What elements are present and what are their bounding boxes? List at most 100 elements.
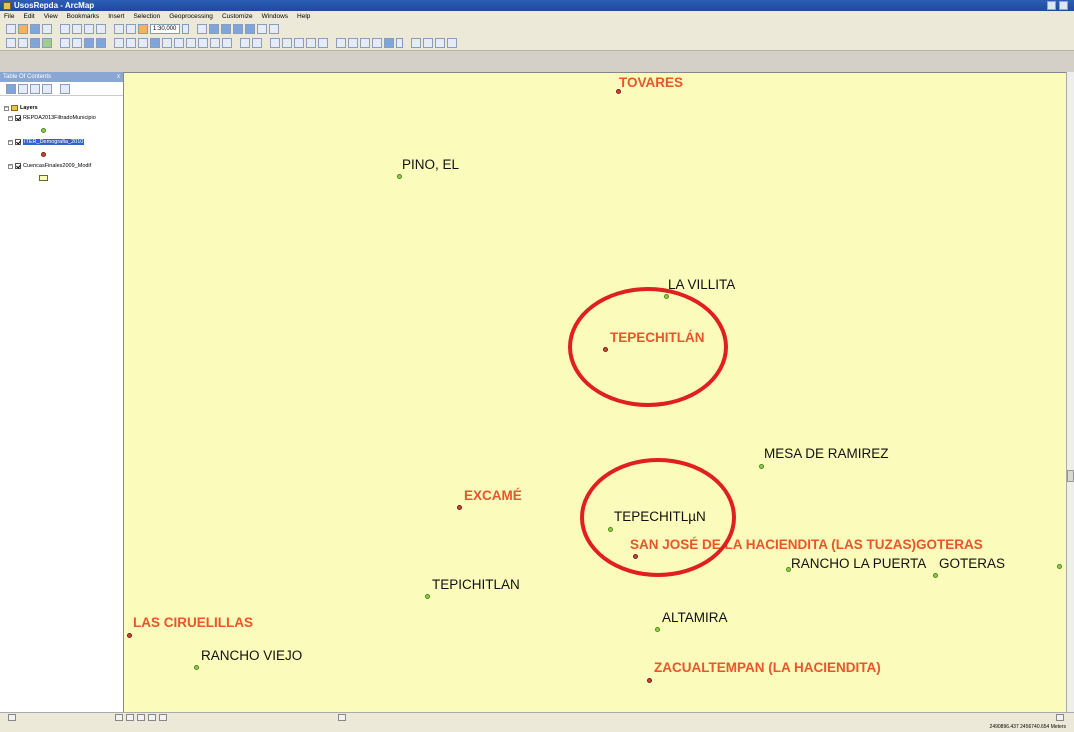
add-data-icon[interactable] xyxy=(138,24,148,34)
map-point-east-edge[interactable] xyxy=(1057,564,1062,569)
minimize-button[interactable] xyxy=(1047,1,1056,10)
new-document-icon[interactable] xyxy=(6,24,16,34)
menu-help[interactable]: Help xyxy=(297,13,310,20)
layers-root[interactable]: − Layers xyxy=(4,105,38,111)
layer-name-selected[interactable]: ITER_Demografia_2010 xyxy=(23,139,85,145)
extra-tool-4-icon[interactable] xyxy=(447,38,457,48)
print-icon[interactable] xyxy=(42,24,52,34)
layer-color-icon[interactable] xyxy=(384,38,394,48)
layout-view-button[interactable] xyxy=(137,714,145,721)
python-icon[interactable] xyxy=(257,24,267,34)
paste-icon[interactable] xyxy=(84,24,94,34)
editor-toolbar-icon[interactable] xyxy=(197,24,207,34)
map-point-zacualtempan[interactable] xyxy=(647,678,652,683)
maximize-button[interactable] xyxy=(1059,1,1068,10)
horizontal-scrollbar[interactable] xyxy=(0,712,1074,722)
fixed-zoom-out-icon[interactable] xyxy=(72,38,82,48)
grid-tool-4-icon[interactable] xyxy=(372,38,382,48)
map-point-las-ciruelillas[interactable] xyxy=(127,633,132,638)
save-icon[interactable] xyxy=(30,24,40,34)
menu-windows[interactable]: Windows xyxy=(262,13,288,20)
list-by-drawing-order-icon[interactable] xyxy=(6,83,16,94)
map-point-excame[interactable] xyxy=(457,505,462,510)
georef-tool-3-icon[interactable] xyxy=(294,38,304,48)
open-icon[interactable] xyxy=(18,24,28,34)
map-point-mesa-de-ramirez[interactable] xyxy=(759,464,764,469)
grid-tool-1-icon[interactable] xyxy=(336,38,346,48)
menu-bookmarks[interactable]: Bookmarks xyxy=(67,13,100,20)
delete-icon[interactable] xyxy=(96,24,106,34)
list-by-visibility-icon[interactable] xyxy=(30,83,40,94)
menu-geoprocessing[interactable]: Geoprocessing xyxy=(169,13,213,20)
measure-icon[interactable] xyxy=(186,38,196,48)
find-icon[interactable] xyxy=(198,38,208,48)
menu-selection[interactable]: Selection xyxy=(133,13,160,20)
html-popup-icon[interactable] xyxy=(174,38,184,48)
hyperlink-icon[interactable] xyxy=(162,38,172,48)
vertical-scrollbar[interactable] xyxy=(1066,72,1074,712)
layer-item-repda[interactable]: − REPDA2013FiltradoMunicipio xyxy=(8,115,96,121)
cut-icon[interactable] xyxy=(60,24,70,34)
layer-visibility-checkbox[interactable] xyxy=(15,163,21,169)
clear-selection-icon[interactable] xyxy=(126,38,136,48)
forward-extent-icon[interactable] xyxy=(96,38,106,48)
zoom-in-icon[interactable] xyxy=(6,38,16,48)
layer-item-cuencas[interactable]: − CuencasFinales2009_Modif xyxy=(8,163,91,169)
table-of-contents-icon[interactable] xyxy=(209,24,219,34)
menu-insert[interactable]: Insert xyxy=(108,13,124,20)
chevron-down-icon[interactable] xyxy=(182,24,189,34)
menu-customize[interactable]: Customize xyxy=(222,13,253,20)
options-icon[interactable] xyxy=(60,83,70,94)
data-view-button[interactable] xyxy=(126,714,134,721)
map-point-rancho-viejo[interactable] xyxy=(194,665,199,670)
map-point-tepichitlan[interactable] xyxy=(425,594,430,599)
select-features-icon[interactable] xyxy=(114,38,124,48)
scroll-right-end-button[interactable] xyxy=(1056,714,1064,721)
catalog-icon[interactable] xyxy=(221,24,231,34)
pause-drawing-button[interactable] xyxy=(159,714,167,721)
grid-tool-3-icon[interactable] xyxy=(360,38,370,48)
collapse-icon[interactable]: − xyxy=(8,115,13,121)
copy-icon[interactable] xyxy=(72,24,82,34)
search-window-icon[interactable] xyxy=(233,24,243,34)
find-route-icon[interactable] xyxy=(210,38,220,48)
create-viewer-icon[interactable] xyxy=(252,38,262,48)
redo-icon[interactable] xyxy=(126,24,136,34)
menu-edit[interactable]: Edit xyxy=(23,13,34,20)
close-icon[interactable]: x xyxy=(117,72,120,82)
georef-tool-1-icon[interactable] xyxy=(270,38,280,48)
map-point-altamira[interactable] xyxy=(655,627,660,632)
horizontal-scroll-thumb[interactable] xyxy=(338,714,346,721)
collapse-icon[interactable]: − xyxy=(8,139,13,145)
go-to-xy-icon[interactable] xyxy=(222,38,232,48)
time-slider-icon[interactable] xyxy=(240,38,250,48)
grid-tool-2-icon[interactable] xyxy=(348,38,358,48)
layer-item-iter[interactable]: − ITER_Demografia_2010 xyxy=(8,139,85,145)
collapse-icon[interactable]: − xyxy=(4,105,9,111)
refresh-view-button[interactable] xyxy=(148,714,156,721)
pan-icon[interactable] xyxy=(30,38,40,48)
extra-tool-2-icon[interactable] xyxy=(423,38,433,48)
georef-tool-4-icon[interactable] xyxy=(306,38,316,48)
menu-file[interactable]: File xyxy=(4,13,14,20)
zoom-out-icon[interactable] xyxy=(18,38,28,48)
chevron-down-icon[interactable] xyxy=(396,38,403,48)
full-extent-icon[interactable] xyxy=(42,38,52,48)
layer-visibility-checkbox[interactable] xyxy=(15,139,21,145)
layer-visibility-checkbox[interactable] xyxy=(15,115,21,121)
arctoolbox-icon[interactable] xyxy=(245,24,255,34)
fixed-zoom-in-icon[interactable] xyxy=(60,38,70,48)
map-display[interactable]: TOVARES PINO, EL LA VILLITA TEPECHITLÁN … xyxy=(124,72,1066,712)
map-point-pino-el[interactable] xyxy=(397,174,402,179)
list-by-selection-icon[interactable] xyxy=(42,83,52,94)
list-by-source-icon[interactable] xyxy=(18,83,28,94)
menu-view[interactable]: View xyxy=(44,13,58,20)
map-point-goteras[interactable] xyxy=(933,573,938,578)
model-builder-icon[interactable] xyxy=(269,24,279,34)
scroll-left-button[interactable] xyxy=(8,714,16,721)
vertical-scroll-thumb[interactable] xyxy=(1067,470,1074,482)
georef-tool-5-icon[interactable] xyxy=(318,38,328,48)
collapse-icon[interactable]: − xyxy=(8,163,13,169)
identify-icon[interactable] xyxy=(150,38,160,48)
extra-tool-3-icon[interactable] xyxy=(435,38,445,48)
